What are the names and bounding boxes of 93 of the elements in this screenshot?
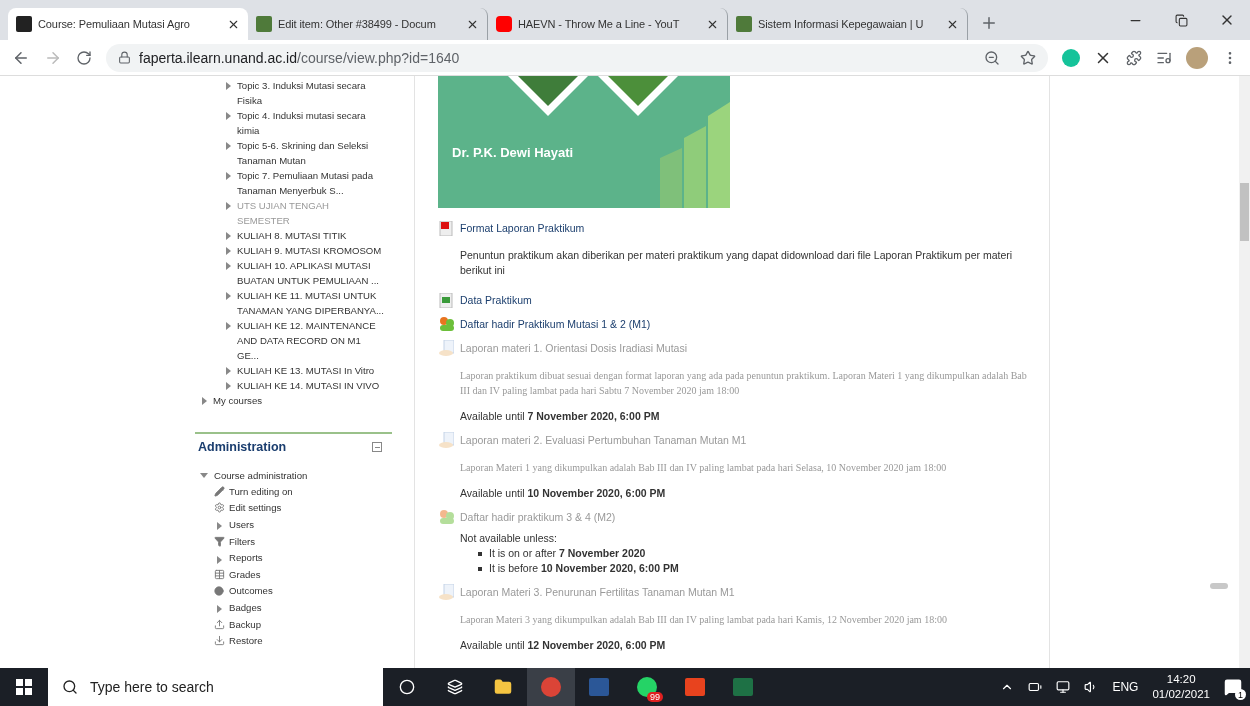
activity-link[interactable]: Daftar hadir Praktikum Mutasi 1 & 2 (M1) xyxy=(460,318,651,330)
document-hand-icon xyxy=(438,432,454,448)
condition-text: It is before 10 November 2020, 6:00 PM xyxy=(489,561,679,576)
admin-link[interactable]: Users xyxy=(195,516,392,533)
section-link[interactable]: Topic 7. Pemuliaan Mutasi pada Tanaman Menyerbuk S... xyxy=(190,168,414,198)
condition-text: It is on or after 7 November 2020 xyxy=(489,546,646,561)
browser-tab[interactable]: Sistem Informasi Kepegawaian | U xyxy=(728,8,968,40)
site-favicon xyxy=(16,16,32,32)
caret-icon xyxy=(226,322,231,330)
restriction-text: Not available unless: xyxy=(459,531,558,546)
section-link[interactable]: KULIAH KE 12. MAINTENANCE AND DATA RECORD ON M1 GE... xyxy=(190,318,414,363)
caret-icon xyxy=(226,292,231,300)
banner-caption: Dr. P.K. Dewi Hayati xyxy=(452,145,575,160)
new-tab-button[interactable] xyxy=(980,14,998,32)
browser-tab[interactable]: Edit item: Other #38499 - Docum xyxy=(248,8,488,40)
collapse-icon[interactable] xyxy=(372,442,382,452)
admin-link[interactable]: Badges xyxy=(195,599,392,616)
description-text: Laporan Materi 1 yang dikumpulkan adalah Bab III dan IV paling lambat pada hari Selasa, 10 November 2020 jam 18:00 xyxy=(459,461,948,475)
caret-icon xyxy=(226,82,231,90)
caret-icon xyxy=(216,605,222,614)
caret-icon xyxy=(226,172,231,180)
section-link[interactable]: KULIAH 10. APLIKASI MUTASI BUATAN UNTUK PEMULIAAN ... xyxy=(190,258,414,288)
section-link[interactable]: KULIAH 8. MUTASI TITIK xyxy=(190,228,414,243)
document-hand-icon xyxy=(438,340,454,356)
bullet-icon xyxy=(478,551,482,556)
lock-icon xyxy=(118,51,131,64)
description-text: Laporan praktikum dibuat sesuai dengan format laporan yang ada pada penuntun praktikum. Laporan Materi 1 yang dikumpulkan adalah Bab III dan IV paling lambat pada hari Sabtu 7 November 2020 jam 18:00 xyxy=(459,369,1028,398)
section-link[interactable]: KULIAH KE 13. MUTASI In Vitro xyxy=(190,363,414,378)
unread-badge: 99 xyxy=(647,692,663,702)
section-link[interactable]: KULIAH KE 14. MUTASI IN VIVO xyxy=(190,378,414,393)
availability-text: Available until 12 November 2020, 6:00 PM xyxy=(459,638,667,653)
section-link[interactable]: Topic 3. Induksi Mutasi secara Fisika xyxy=(190,78,414,108)
filter-icon xyxy=(213,535,225,547)
language-indicator[interactable]: ENG xyxy=(1112,680,1139,694)
network-icon[interactable] xyxy=(1056,680,1071,694)
scrollbar-thumb[interactable] xyxy=(1240,183,1249,241)
admin-link[interactable]: Outcomes xyxy=(195,582,392,600)
search-icon xyxy=(62,679,78,695)
caret-icon xyxy=(216,522,222,531)
admin-link[interactable]: Backup xyxy=(195,615,392,633)
availability-text: Available until 7 November 2020, 6:00 PM xyxy=(459,409,661,424)
section-link[interactable]: KULIAH KE 11. MUTASI UNTUK TANAMAN YANG DIPERBANYA... xyxy=(190,288,414,318)
section-link[interactable]: Topic 4. Induksi mutasi secara kimia xyxy=(190,108,414,138)
admin-link[interactable]: Turn editing on xyxy=(195,483,392,500)
admin-link[interactable]: Filters xyxy=(195,532,392,550)
site-favicon xyxy=(256,16,272,32)
restore-icon[interactable] xyxy=(1174,13,1188,27)
clock[interactable]: 14:20 01/02/2021 xyxy=(1152,672,1210,702)
tree-node[interactable]: My courses xyxy=(190,393,414,408)
taskbar-search-field[interactable]: Type here to search xyxy=(48,668,383,706)
description-text: Penuntun praktikum akan diberikan per materi praktikum yang dapat didownload dari file Laporan Praktikum per materi berikut ini xyxy=(459,248,1014,278)
site-favicon xyxy=(496,16,512,32)
bookmark-star-icon[interactable] xyxy=(1020,49,1036,66)
reload-button[interactable] xyxy=(76,49,92,66)
caret-icon xyxy=(226,202,231,210)
gear-icon xyxy=(213,502,225,514)
caret-icon xyxy=(226,142,231,150)
activity-link[interactable]: Data Praktikum xyxy=(460,294,532,306)
document-hand-icon xyxy=(438,584,454,600)
puzzle-icon[interactable] xyxy=(1126,49,1142,66)
section-link[interactable]: KULIAH 9. MUTASI KROMOSOM xyxy=(190,243,414,258)
admin-link[interactable]: Reports xyxy=(195,549,392,566)
outcomes-icon xyxy=(214,585,224,596)
table-icon xyxy=(213,568,225,580)
download-icon xyxy=(213,635,225,647)
site-favicon xyxy=(736,16,752,32)
pencil-icon xyxy=(213,485,225,497)
scroll-handle[interactable] xyxy=(1210,583,1228,589)
browser-tab[interactable]: Course: Pemuliaan Mutasi Agro xyxy=(8,8,248,40)
availability-text: Available until 10 November 2020, 6:00 PM xyxy=(459,486,667,501)
address-bar[interactable]: faperta.ilearn.unand.ac.id/course/view.php?id=1640 xyxy=(106,43,1048,72)
caret-icon xyxy=(200,473,208,478)
upload-icon xyxy=(213,618,225,630)
admin-link[interactable]: Grades xyxy=(195,565,392,583)
admin-link[interactable]: Restore xyxy=(195,632,392,649)
people-icon xyxy=(438,509,454,525)
caret-icon xyxy=(226,112,231,120)
description-text: Laporan Materi 3 yang dikumpulkan adalah Bab III dan IV paling lambat pada hari Kamis, 12 November 2020 jam 18:00 xyxy=(459,613,948,627)
admin-link[interactable]: Edit settings xyxy=(195,499,392,517)
block-title: Administration xyxy=(197,440,287,454)
windows-logo-icon[interactable] xyxy=(16,679,32,695)
caret-icon xyxy=(216,555,222,564)
battery-icon[interactable] xyxy=(1028,680,1043,694)
people-icon xyxy=(438,316,454,332)
bullet-icon xyxy=(478,566,482,571)
tree-node[interactable]: Course administration xyxy=(195,468,392,483)
zoom-out-icon[interactable] xyxy=(984,49,1000,66)
activity-link[interactable]: Format Laporan Praktikum xyxy=(460,222,585,234)
browser-tab[interactable]: HAEVN - Throw Me a Line - YouT xyxy=(488,8,728,40)
caret-icon xyxy=(202,397,207,405)
spreadsheet-file-icon xyxy=(439,292,453,308)
section-link[interactable]: Topic 5-6. Skrining dan Seleksi Tanaman Mutan xyxy=(190,138,414,168)
pdf-file-icon xyxy=(439,220,453,236)
